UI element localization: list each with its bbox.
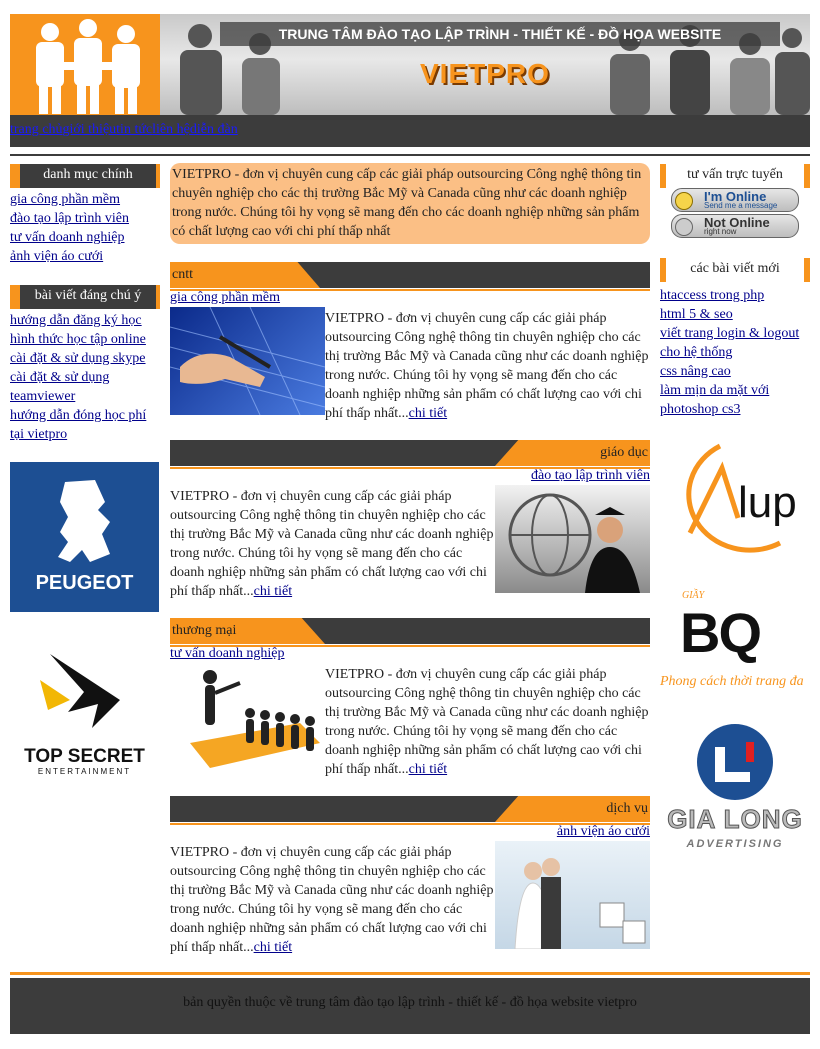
smiley-icon bbox=[675, 192, 693, 210]
nav-link-news[interactable]: tin tức bbox=[116, 122, 152, 137]
category-link-consulting[interactable]: tư vấn doanh nghiệp bbox=[10, 228, 160, 247]
category-title: giáo dục bbox=[600, 445, 648, 460]
nav-links: trang chủgiới thiệutin tứcliên hệdiễn đà… bbox=[10, 122, 238, 138]
read-more-link[interactable]: chi tiết bbox=[409, 406, 448, 421]
featured-link-register[interactable]: hướng dẫn đăng ký học bbox=[10, 311, 160, 330]
article-image-wedding[interactable] bbox=[495, 841, 650, 949]
banner-title: TRUNG TÂM ĐÀO TẠO LẬP TRÌNH - THIẾT KẾ -… bbox=[220, 22, 780, 46]
article-excerpt: VIETPRO - đơn vị chuyên cung cấp các giả… bbox=[325, 311, 649, 421]
article-title-link[interactable]: đào tạo lập trình viên bbox=[531, 468, 650, 484]
yahoo-online-button[interactable]: I'm Online Send me a message bbox=[671, 188, 799, 212]
category-bar-cntt: cntt bbox=[170, 262, 650, 291]
category-bar-commerce: thương mại bbox=[170, 618, 650, 647]
top-secret-ad[interactable]: TOP SECRET ENTERTAINMENT bbox=[10, 640, 159, 780]
bq-slogan-text: Phong cách thời trang đa bbox=[660, 674, 804, 689]
gia-long-logo-icon bbox=[697, 724, 773, 800]
top-secret-logo-text: TOP SECRET bbox=[24, 746, 145, 767]
featured-link-online[interactable]: hình thức học tập online bbox=[10, 330, 160, 349]
featured-list: hướng dẫn đăng ký học hình thức học tập … bbox=[10, 311, 160, 444]
footer: bản quyền thuộc về trung tâm đào tạo lập… bbox=[10, 978, 810, 1034]
article-excerpt: VIETPRO - đơn vị chuyên cung cấp các giả… bbox=[170, 845, 494, 955]
category-link-training[interactable]: đào tạo lập trình viên bbox=[10, 209, 160, 228]
read-more-link[interactable]: chi tiết bbox=[409, 762, 448, 777]
bq-ad[interactable]: GIẦY BQ Phong cách thời trang đa bbox=[660, 590, 810, 695]
nav-link-forum[interactable]: diễn đàn bbox=[190, 122, 238, 137]
article-image-graduate[interactable] bbox=[495, 485, 650, 593]
category-link-outsourcing[interactable]: gia công phần mềm bbox=[10, 190, 160, 209]
categories-heading: danh mục chính bbox=[10, 164, 160, 188]
peugeot-ad[interactable]: PEUGEOT bbox=[10, 462, 159, 612]
recent-posts-heading: các bài viết mới bbox=[660, 258, 810, 282]
categories-list: gia công phần mềm đào tạo lập trình viên… bbox=[10, 190, 160, 266]
gia-long-ad[interactable]: GIA LONG ADVERTISING bbox=[660, 722, 810, 857]
top-secret-sub-text: ENTERTAINMENT bbox=[37, 767, 132, 776]
nav-divider bbox=[10, 154, 810, 156]
article-excerpt: VIETPRO - đơn vị chuyên cung cấp các giả… bbox=[325, 667, 649, 777]
nav-link-home[interactable]: trang chủ bbox=[10, 122, 62, 137]
lup-ad[interactable]: lup bbox=[660, 438, 810, 556]
recent-link-html5[interactable]: html 5 & seo bbox=[660, 305, 810, 324]
read-more-link[interactable]: chi tiết bbox=[254, 940, 293, 955]
read-more-link[interactable]: chi tiết bbox=[254, 584, 293, 599]
category-bar-education: giáo dục bbox=[170, 440, 650, 469]
recent-link-login[interactable]: viết trang login & logout cho hệ thống bbox=[660, 324, 810, 362]
peugeot-logo-text: PEUGEOT bbox=[35, 572, 134, 594]
article-title-link[interactable]: ảnh viện áo cưới bbox=[557, 824, 650, 840]
bq-logo-text: BQ bbox=[680, 601, 762, 664]
category-title: thương mại bbox=[172, 623, 237, 638]
recent-link-photoshop[interactable]: làm mịn da mặt với photoshop cs3 bbox=[660, 381, 810, 419]
main-nav: trang chủgiới thiệutin tứcliên hệdiễn đà… bbox=[10, 115, 810, 147]
featured-heading: bài viết đáng chú ý bbox=[10, 285, 160, 309]
article-title-link[interactable]: gia công phần mềm bbox=[170, 290, 280, 306]
support-heading: tư vấn trực tuyến bbox=[660, 164, 810, 188]
nav-link-about[interactable]: giới thiệu bbox=[62, 122, 116, 137]
category-title: dịch vụ bbox=[606, 801, 648, 816]
yahoo-offline-button[interactable]: Not Online right now bbox=[671, 214, 799, 238]
top-secret-logo-icon bbox=[40, 654, 120, 728]
featured-link-fee[interactable]: hướng dẫn đóng học phí tại vietpro bbox=[10, 406, 160, 444]
header-banner: TRUNG TÂM ĐÀO TẠO LẬP TRÌNH - THIẾT KẾ -… bbox=[10, 14, 810, 115]
banner-people-graphic bbox=[10, 14, 160, 115]
category-link-wedding[interactable]: ảnh viện áo cưới bbox=[10, 247, 160, 266]
featured-link-skype[interactable]: cài đặt & sử dụng skype bbox=[10, 349, 160, 368]
banner-photo: TRUNG TÂM ĐÀO TẠO LẬP TRÌNH - THIẾT KẾ -… bbox=[160, 14, 810, 115]
article-image-leader-figures[interactable] bbox=[170, 663, 325, 771]
category-bar-services: dịch vụ bbox=[170, 796, 650, 825]
brand-logo-text: VIETPRO bbox=[420, 58, 550, 89]
intro-box: VIETPRO - đơn vị chuyên cung cấp các giả… bbox=[170, 163, 650, 244]
footer-divider bbox=[10, 972, 810, 975]
gia-long-sub-text: ADVERTISING bbox=[686, 838, 784, 850]
recent-link-css[interactable]: css nâng cao bbox=[660, 362, 810, 381]
category-title: cntt bbox=[172, 267, 193, 282]
recent-posts-list: htaccess trong php html 5 & seo viết tra… bbox=[660, 286, 810, 419]
article-title-link[interactable]: tư vấn doanh nghiệp bbox=[170, 646, 285, 662]
lup-logo-text: lup bbox=[738, 478, 797, 527]
smiley-icon bbox=[675, 218, 693, 236]
article-image-hand-pen[interactable] bbox=[170, 307, 325, 415]
featured-link-teamviewer[interactable]: cài đặt & sử dụng teamviewer bbox=[10, 368, 160, 406]
recent-link-htaccess[interactable]: htaccess trong php bbox=[660, 286, 810, 305]
nav-link-contact[interactable]: liên hệ bbox=[152, 122, 190, 137]
article-excerpt: VIETPRO - đơn vị chuyên cung cấp các giả… bbox=[170, 489, 494, 599]
gia-long-logo-text: GIA LONG bbox=[667, 804, 803, 835]
copyright-text: bản quyền thuộc về trung tâm đào tạo lập… bbox=[183, 995, 637, 1010]
